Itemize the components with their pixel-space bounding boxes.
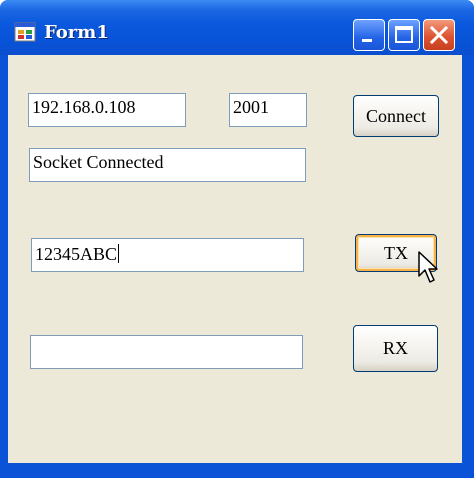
tx-data-input[interactable]: 12345ABC [31,238,304,272]
rx-button[interactable]: RX [353,325,438,372]
mouse-pointer-icon [418,251,438,283]
maximize-icon [395,26,413,43]
connect-button[interactable]: Connect [353,95,439,137]
maximize-button[interactable] [388,19,420,51]
status-value: Socket Connected [33,152,164,172]
title-bar[interactable]: Form1 [0,0,474,55]
status-textbox[interactable]: Socket Connected [29,148,306,182]
port-value: 2001 [233,97,269,117]
ip-address-input[interactable]: 192.168.0.108 [28,93,186,127]
form-client-area: 192.168.0.108 2001 Connect Socket Connec… [8,55,462,463]
ip-address-value: 192.168.0.108 [32,97,136,117]
window-title: Form1 [44,22,109,43]
close-button[interactable] [423,19,455,51]
port-input[interactable]: 2001 [229,93,307,127]
close-icon [429,25,449,45]
form-app-icon [14,22,36,42]
form1-window: Form1 192.168.0.108 2001 Connect Socket … [0,0,474,478]
tx-data-value: 12345ABC [35,244,118,264]
minimize-button[interactable] [353,19,385,51]
text-caret [118,244,120,263]
rx-data-textbox[interactable] [30,335,303,369]
minimize-icon [362,39,372,42]
